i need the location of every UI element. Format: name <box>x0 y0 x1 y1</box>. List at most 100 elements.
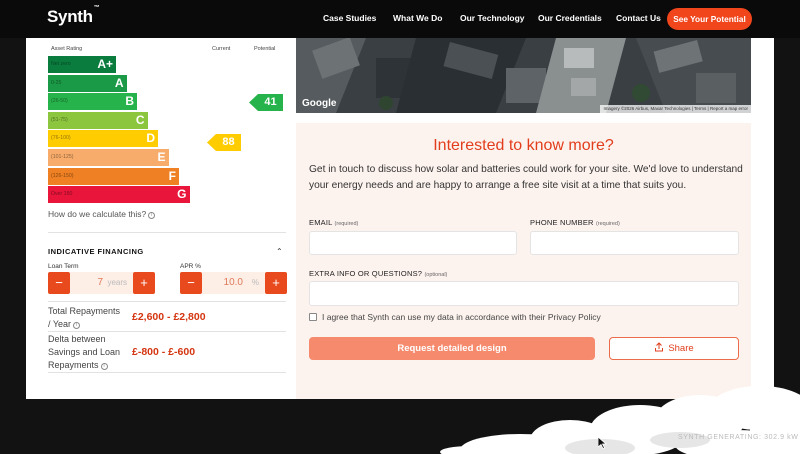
see-your-potential-button[interactable]: See Your Potential <box>667 8 752 30</box>
extra-info-label-text: EXTRA INFO OR QUESTIONS? <box>309 269 423 278</box>
how-calculate-link[interactable]: How do we calculate this? i <box>48 209 156 219</box>
delta-label: Delta between Savings and Loan Repayment… <box>48 333 120 372</box>
consent-text[interactable]: I agree that Synth can use my data in ac… <box>322 312 601 322</box>
epc-band-range: (26-50) <box>51 98 68 105</box>
epc-band-letter: G <box>177 187 187 202</box>
phone-label-text: PHONE NUMBER <box>530 218 594 227</box>
form-description: Get in touch to discuss how solar and ba… <box>309 164 743 191</box>
epc-band-g: Over 150 G <box>48 186 190 204</box>
divider <box>48 301 286 302</box>
share-icon <box>655 342 664 352</box>
epc-band-letter: F <box>168 168 176 183</box>
current-rating-value: 88 <box>222 136 235 148</box>
current-header: Current <box>212 46 231 52</box>
total-repayments-label-line1: Total Repayments <box>48 306 121 316</box>
share-label: Share <box>668 343 694 354</box>
nav-link-our-credentials[interactable]: Our Credentials <box>538 13 602 23</box>
satellite-imagery <box>296 38 751 113</box>
nav-link-case-studies[interactable]: Case Studies <box>323 13 376 23</box>
epc-band-e: (101-125) E <box>48 149 169 166</box>
required-note: (required) <box>334 221 359 227</box>
epc-band-range: Over 150 <box>51 191 73 198</box>
loan-term-decrement-button[interactable]: − <box>48 272 70 294</box>
info-icon[interactable]: i <box>73 322 81 329</box>
potential-rating-marker: 41 <box>249 94 283 111</box>
how-calculate-text: How do we calculate this? <box>48 209 147 219</box>
share-button[interactable]: Share <box>609 337 739 360</box>
total-repayments-label: Total Repayments / Year i <box>48 305 120 331</box>
google-logo: Google <box>302 98 337 109</box>
epc-band-letter: C <box>135 112 145 127</box>
total-repayments-label-text: / Year <box>48 319 72 329</box>
phone-field[interactable] <box>530 231 739 255</box>
potential-header: Potential <box>254 46 276 52</box>
loan-term-value: 7 <box>97 277 103 288</box>
current-rating-marker: 88 <box>207 134 241 151</box>
nav-link-what-we-do[interactable]: What We Do <box>393 13 442 23</box>
delta-label-text: Repayments <box>48 360 99 370</box>
loan-term-increment-button[interactable]: + <box>133 272 155 294</box>
epc-band-a: 0-25 A <box>48 74 127 92</box>
epc-band-letter: E <box>157 150 166 164</box>
epc-band-range: (51-75) <box>51 116 68 123</box>
info-icon[interactable]: i <box>100 363 108 370</box>
divider <box>48 331 286 332</box>
apr-unit: % <box>251 278 259 287</box>
nav-link-our-technology[interactable]: Our Technology <box>460 13 525 23</box>
epc-band-letter: D <box>146 131 155 146</box>
epc-band-range: 0-25 <box>51 79 62 86</box>
epc-band-letter: B <box>125 94 134 109</box>
page-content: Asset Rating Current Potential Net zero A… <box>26 38 774 399</box>
extra-info-textarea[interactable] <box>309 281 739 306</box>
apr-value: 10.0 <box>223 277 243 288</box>
apr-increment-button[interactable]: + <box>265 272 287 294</box>
delta-value: £-800 - £-600 <box>132 346 196 358</box>
total-repayments-value: £2,600 - £2,800 <box>132 311 206 323</box>
apr-stepper: − 10.0 % + <box>180 272 287 294</box>
info-icon: i <box>148 212 156 219</box>
epc-band-c: (51-75) C <box>48 111 148 129</box>
request-design-button[interactable]: Request detailed design <box>309 337 595 360</box>
email-label: EMAIL (required) <box>309 218 358 227</box>
divider <box>48 232 286 233</box>
apr-decrement-button[interactable]: − <box>180 272 202 294</box>
loan-term-unit: years <box>107 278 127 287</box>
delta-label-line3: Repayments i <box>48 359 120 372</box>
loan-term-stepper: − 7 years + <box>48 272 155 294</box>
consent-checkbox[interactable] <box>309 313 317 321</box>
nav-link-contact-us[interactable]: Contact Us <box>616 13 661 23</box>
generation-status: SYNTH GENERATING: 302.9 kW <box>678 434 799 441</box>
epc-band-range: (126-150) <box>51 172 74 179</box>
synth-logo[interactable]: Synth™ <box>47 5 100 27</box>
epc-band-letter: A <box>114 75 124 90</box>
epc-band-range: Net zero <box>51 61 71 67</box>
satellite-map[interactable]: Google Imagery ©2026 Airbus, Maxar Techn… <box>296 38 751 113</box>
top-nav: Synth™ Case Studies What We Do Our Techn… <box>0 0 800 38</box>
map-attribution[interactable]: Imagery ©2026 Airbus, Maxar Technologies… <box>600 105 751 113</box>
divider <box>48 372 286 373</box>
potential-rating-value: 41 <box>264 96 277 108</box>
delta-label-line1: Delta between <box>48 334 106 344</box>
extra-info-label: EXTRA INFO OR QUESTIONS? (optional) <box>309 269 447 278</box>
email-label-text: EMAIL <box>309 218 333 227</box>
required-note: (required) <box>595 221 620 227</box>
loan-term-label: Loan Term <box>48 263 79 270</box>
asset-rating-header: Asset Rating <box>51 46 83 52</box>
epc-band-b: (26-50) B <box>48 93 137 111</box>
phone-label: PHONE NUMBER (required) <box>530 218 620 227</box>
form-title: Interested to know more? <box>433 137 614 154</box>
contact-form: Interested to know more? Get in touch to… <box>296 123 751 399</box>
total-repayments-label-line2: / Year i <box>48 318 120 331</box>
chevron-up-icon[interactable]: ⌃ <box>276 247 283 256</box>
delta-label-line2: Savings and Loan <box>48 347 121 357</box>
epc-band-letter: A+ <box>97 57 113 71</box>
apr-input[interactable]: 10.0 % <box>202 272 265 294</box>
email-field[interactable] <box>309 231 517 255</box>
financing-title: INDICATIVE FINANCING <box>48 247 144 256</box>
left-panel: Asset Rating Current Potential Net zero A… <box>44 38 287 399</box>
logo-text: Synth <box>47 7 93 26</box>
epc-band-range: (76-100) <box>51 135 71 142</box>
mouse-cursor-icon <box>598 437 607 449</box>
apr-label: APR % <box>180 263 201 270</box>
loan-term-input[interactable]: 7 years <box>70 272 133 294</box>
